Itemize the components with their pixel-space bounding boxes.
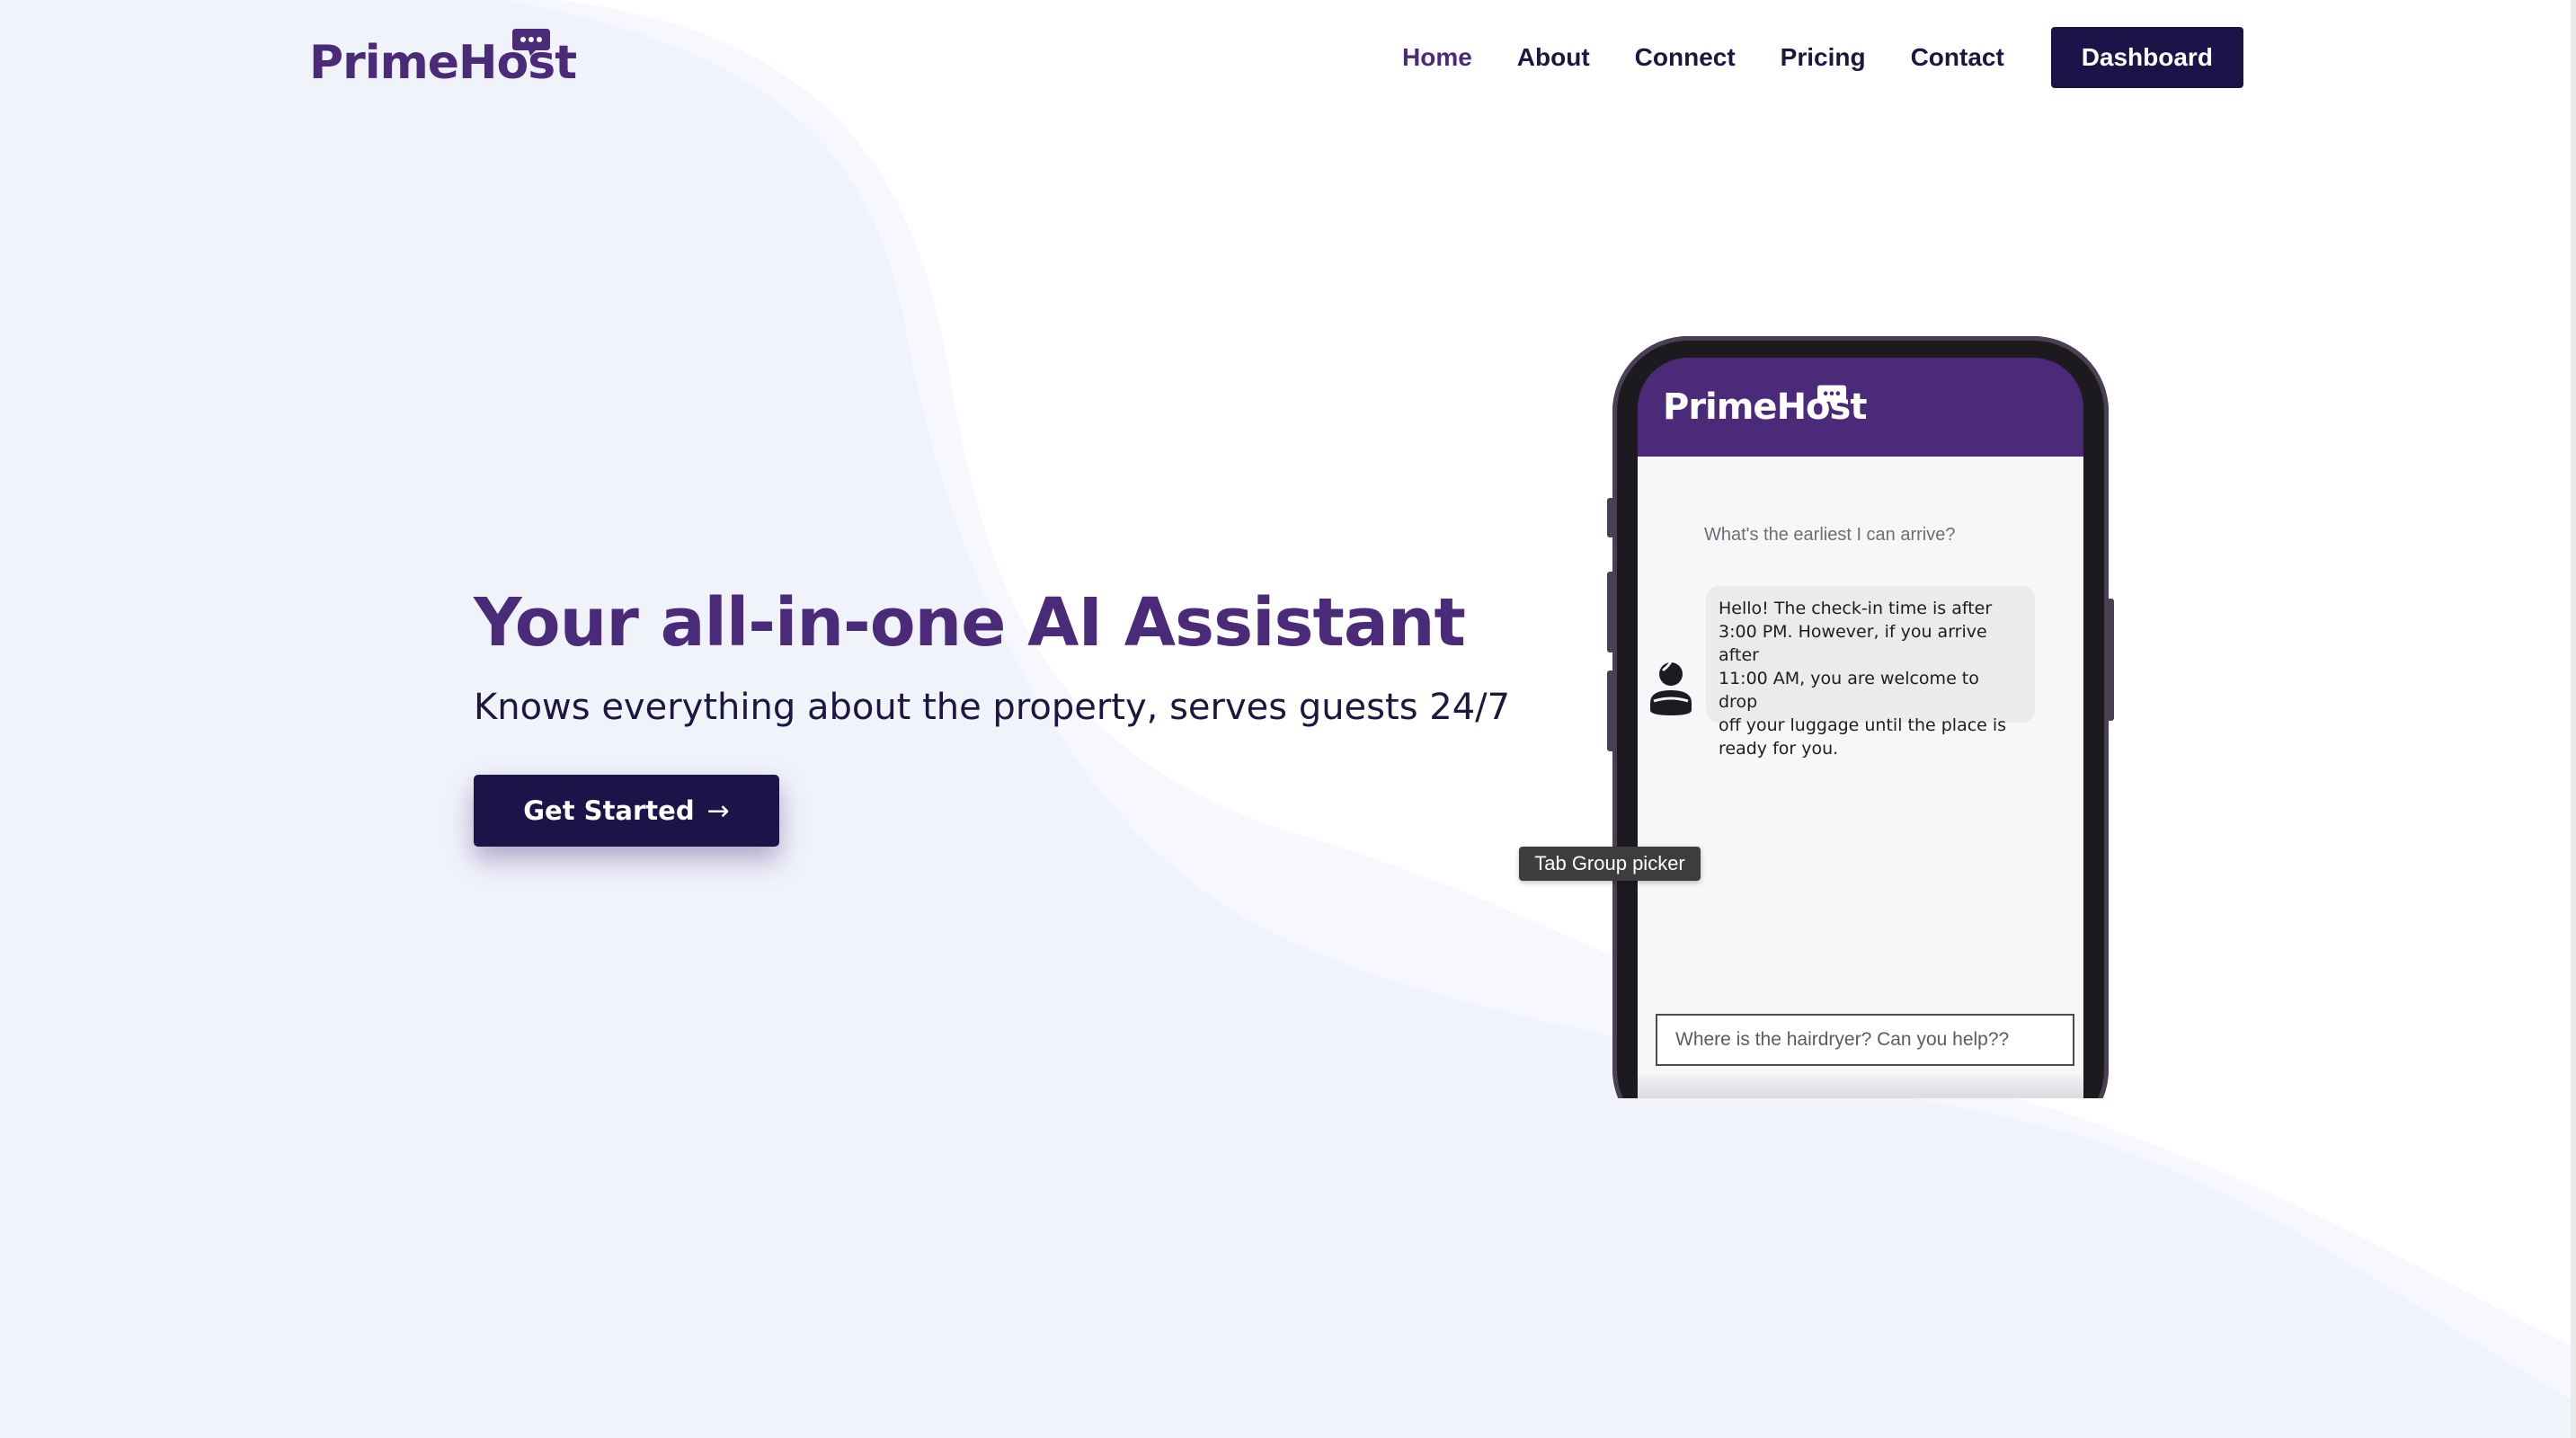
arrow-right-icon: →	[706, 794, 730, 827]
bot-reply-bubble: Hello! The check-in time is after 3:00 P…	[1706, 586, 2035, 759]
site-logo[interactable]: PrimeHost	[309, 25, 579, 97]
phone-bottom-edge	[1638, 1075, 2083, 1098]
nav-link-contact[interactable]: Contact	[1911, 43, 2004, 72]
phone-mockup: PrimeHost What's the earliest I can arri…	[1605, 329, 2116, 1098]
hero-title: Your all-in-one AI Assistant	[474, 584, 1466, 661]
bot-reply-line: Hello! The check-in time is after	[1719, 599, 1993, 618]
bot-reply-line: ready for you.	[1719, 739, 1839, 759]
nav-link-about[interactable]: About	[1517, 43, 1590, 72]
page-scrollbar-edge	[2571, 0, 2576, 1438]
dashboard-button[interactable]: Dashboard	[2050, 27, 2243, 88]
guest-question: What's the earliest I can arrive?	[1704, 525, 1956, 545]
main-nav: Home About Connect Pricing Contact Dashb…	[1402, 27, 2243, 88]
bot-reply-line: 11:00 AM, you are welcome to drop	[1719, 669, 1979, 712]
chat-bubble-icon	[1817, 385, 1846, 406]
nav-link-connect[interactable]: Connect	[1635, 43, 1736, 72]
tab-group-picker-tooltip: Tab Group picker	[1519, 847, 1701, 881]
bot-avatar-icon	[1650, 661, 1692, 715]
chat-bubble-icon	[512, 29, 550, 56]
bot-reply-line: 3:00 PM. However, if you arrive after	[1719, 622, 1987, 665]
bot-reply-line: off your luggage until the place is	[1719, 715, 2007, 735]
hero-subtitle: Knows everything about the property, ser…	[474, 687, 1511, 728]
get-started-label: Get Started	[523, 795, 695, 826]
nav-link-pricing[interactable]: Pricing	[1781, 43, 1866, 72]
chat-message-input[interactable]	[1656, 1014, 2074, 1066]
chat-screen	[1638, 457, 2083, 1098]
nav-link-home[interactable]: Home	[1402, 43, 1472, 72]
get-started-button[interactable]: Get Started →	[474, 775, 779, 847]
